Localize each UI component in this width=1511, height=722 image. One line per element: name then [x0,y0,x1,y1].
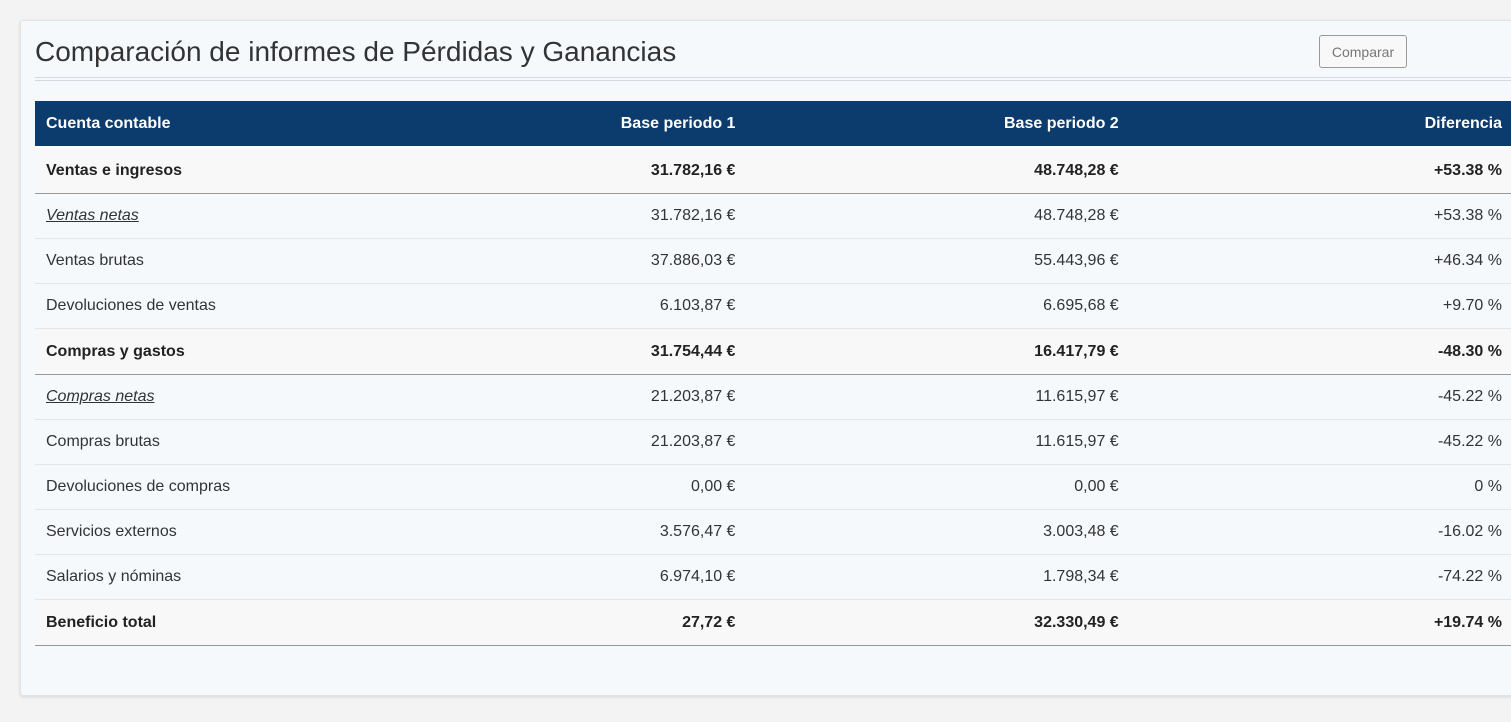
account-cell: Salarios y nóminas [35,554,510,600]
account-link[interactable]: Compras netas [46,388,155,405]
period-1-cell: 21.203,87 € [509,374,747,420]
difference-cell: +46.34 % [1129,238,1511,284]
difference-cell: +9.70 % [1129,283,1511,329]
period-2-cell: 6.695,68 € [746,283,1130,329]
period-1-cell: 0,00 € [509,464,747,510]
table-group-row: Compras y gastos 31.754,44 €16.417,79 € -4… [35,328,1511,375]
account-link[interactable]: Ventas netas [46,207,139,224]
period-2-cell: 3.003,48 € [746,509,1130,555]
period-1-cell: 37.886,03 € [509,238,747,284]
table-header-row: Cuenta contable Base periodo 1 Base peri… [35,101,1511,147]
difference-cell: -45.22 % [1129,419,1511,465]
period-2-cell: 32.330,49 € [746,599,1130,646]
period-1-cell: 21.203,87 € [509,419,747,465]
account-cell: Compras y gastos [35,328,510,375]
period-2-cell: 48.748,28 € [746,193,1130,239]
period-1-cell: 27,72 € [509,599,747,646]
period-1-cell: 6.103,87 € [509,283,747,329]
panel-header: Comparación de informes de Pérdidas y Ga… [35,21,1511,81]
table-body: Ventas e ingresos 31.782,16 €48.748,28 € +… [35,146,1511,646]
period-2-cell: 11.615,97 € [746,374,1130,420]
period-2-cell: 0,00 € [746,464,1130,510]
period-1-cell: 6.974,10 € [509,554,747,600]
difference-cell: -48.30 % [1129,328,1511,375]
difference-cell: +19.74 % [1129,599,1511,646]
table-row: Devoluciones de ventas 6.103,87 €6.695,68… [35,283,1511,329]
account-cell: Beneficio total [35,599,510,646]
report-panel: Comparación de informes de Pérdidas y Ga… [20,20,1511,696]
difference-cell: 0 % [1129,464,1511,510]
account-cell: Compras brutas [35,419,510,465]
period-1-cell: 31.754,44 € [509,328,747,375]
column-header-period-1: Base periodo 1 [509,101,747,147]
period-2-cell: 11.615,97 € [746,419,1130,465]
period-2-cell: 55.443,96 € [746,238,1130,284]
table-subtotal-row: Ventas netas 31.782,16 €48.748,28 € +53.38… [35,193,1511,239]
table-row: Compras brutas 21.203,87 €11.615,97 € -45.… [35,419,1511,465]
account-cell: Ventas netas [35,193,510,239]
period-1-cell: 31.782,16 € [509,146,747,194]
page-title: Comparación de informes de Pérdidas y Ga… [35,36,677,67]
table-group-row: Beneficio total 27,72 €32.330,49 € +19.74 … [35,599,1511,646]
account-cell: Devoluciones de compras [35,464,510,510]
column-header-account: Cuenta contable [35,101,510,147]
table-row: Devoluciones de compras 0,00 €0,00 €0 % [35,464,1511,510]
difference-cell: +53.38 % [1129,193,1511,239]
account-cell: Ventas e ingresos [35,146,510,194]
difference-cell: -74.22 % [1129,554,1511,600]
column-header-difference: Diferencia [1129,101,1511,147]
pl-comparison-table: Cuenta contable Base periodo 1 Base peri… [35,101,1511,646]
period-1-cell: 3.576,47 € [509,509,747,555]
account-cell: Ventas brutas [35,238,510,284]
table-row: Ventas brutas 37.886,03 €55.443,96 € +46.3… [35,238,1511,284]
period-2-cell: 1.798,34 € [746,554,1130,600]
table-row: Salarios y nóminas 6.974,10 €1.798,34 € -7… [35,554,1511,600]
account-cell: Servicios externos [35,509,510,555]
period-2-cell: 16.417,79 € [746,328,1130,375]
difference-cell: -45.22 % [1129,374,1511,420]
table-row: Servicios externos 3.576,47 €3.003,48 € -1… [35,509,1511,555]
account-cell: Compras netas [35,374,510,420]
table-subtotal-row: Compras netas 21.203,87 €11.615,97 € -45.2… [35,374,1511,420]
column-header-period-2: Base periodo 2 [746,101,1130,147]
period-2-cell: 48.748,28 € [746,146,1130,194]
table-group-row: Ventas e ingresos 31.782,16 €48.748,28 € +… [35,146,1511,194]
period-1-cell: 31.782,16 € [509,193,747,239]
difference-cell: -16.02 % [1129,509,1511,555]
difference-cell: +53.38 % [1129,146,1511,194]
account-cell: Devoluciones de ventas [35,283,510,329]
compare-button[interactable]: Comparar [1319,35,1407,68]
